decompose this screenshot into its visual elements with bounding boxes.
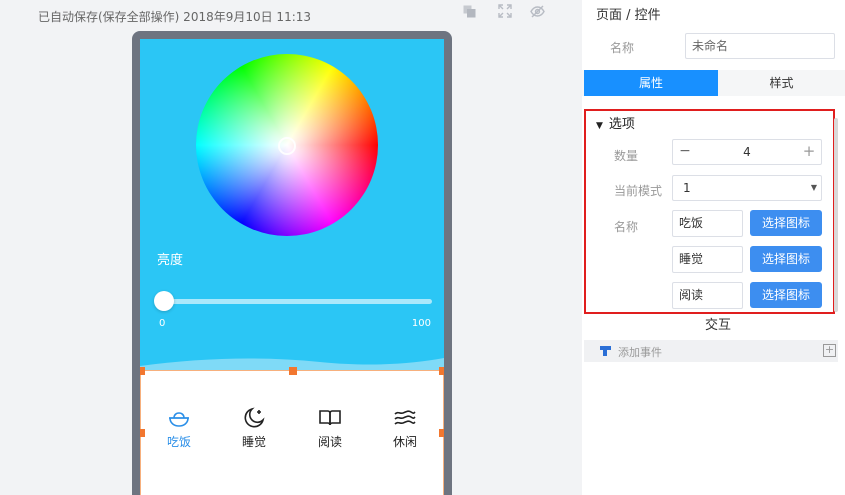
names-label: 名称: [614, 220, 639, 234]
brightness-label: 亮度: [157, 253, 184, 268]
canvas-toolbar: [448, 2, 571, 20]
option-name-input[interactable]: 吃饭: [672, 210, 743, 237]
resize-handle[interactable]: [140, 429, 145, 437]
waves-icon: [394, 410, 416, 425]
panel-tabs: 属性 样式: [582, 70, 845, 96]
mode-select-value: 1: [683, 181, 691, 195]
collapse-triangle-icon: ▼: [596, 121, 603, 131]
tab-leisure[interactable]: 休闲: [375, 407, 435, 450]
mode-label: 当前模式: [614, 184, 663, 198]
options-title: 选项: [608, 117, 635, 132]
phone-screen: 亮度 0 100 吃饭 睡觉 阅读 休闲: [140, 39, 444, 495]
slider-max-label: 100: [411, 318, 431, 329]
plus-icon[interactable]: +: [823, 344, 836, 357]
resize-handle[interactable]: [439, 367, 444, 375]
option-name-input[interactable]: 阅读: [672, 282, 743, 309]
option-name-input[interactable]: 睡觉: [672, 246, 743, 273]
choose-icon-button[interactable]: 选择图标: [750, 246, 822, 272]
name-label: 名称: [610, 41, 635, 55]
resize-handle[interactable]: [289, 367, 297, 375]
panel-scrollbar[interactable]: [834, 118, 838, 312]
book-icon: [319, 410, 341, 426]
moon-icon: [244, 407, 265, 428]
resize-handle[interactable]: [140, 367, 145, 375]
brightness-slider-thumb[interactable]: [154, 291, 174, 311]
resize-handle[interactable]: [439, 429, 444, 437]
count-label: 数量: [614, 149, 639, 163]
slider-min-label: 0: [159, 318, 166, 329]
tab-label: 休闲: [392, 435, 417, 449]
copy-icon[interactable]: [460, 2, 478, 20]
tab-label: 吃饭: [166, 435, 191, 449]
add-event-label: 添加事件: [618, 346, 662, 359]
interaction-section-title: 交互: [705, 318, 732, 333]
panel-breadcrumb: 页面 / 控件: [596, 8, 661, 23]
chevron-down-icon: ▼: [810, 183, 817, 192]
editor-canvas: 已自动保存(保存全部操作) 2018年9月10日 11:13 亮度 0 100: [0, 0, 571, 495]
tab-bar[interactable]: 吃饭 睡觉 阅读 休闲: [140, 367, 444, 495]
color-wheel-handle[interactable]: [278, 137, 296, 155]
component-name-input[interactable]: 未命名: [685, 33, 835, 59]
add-event-bar[interactable]: 添加事件 +: [584, 340, 838, 362]
choose-icon-button[interactable]: 选择图标: [750, 210, 822, 236]
choose-icon-button[interactable]: 选择图标: [750, 282, 822, 308]
tab-label: 阅读: [317, 435, 342, 449]
tab-label: 睡觉: [241, 435, 266, 449]
fullscreen-icon[interactable]: [496, 2, 514, 20]
hide-icon[interactable]: [528, 2, 546, 20]
decrement-button[interactable]: −: [673, 140, 697, 164]
mode-select[interactable]: 1 ▼: [672, 175, 822, 201]
tab-sleep[interactable]: 睡觉: [224, 407, 284, 450]
tab-read[interactable]: 阅读: [300, 407, 360, 450]
count-value[interactable]: 4: [697, 140, 797, 164]
brightness-slider-track[interactable]: [160, 299, 432, 304]
properties-panel: 页面 / 控件 名称 未命名 属性 样式 ▼ 选项 数量 − 4 + 当前模式 1…: [582, 0, 845, 495]
count-stepper[interactable]: − 4 +: [672, 139, 822, 165]
phone-frame: 亮度 0 100 吃饭 睡觉 阅读 休闲: [132, 31, 452, 495]
tab-attributes[interactable]: 属性: [584, 70, 718, 96]
event-icon: [600, 346, 611, 356]
increment-button[interactable]: +: [797, 140, 821, 164]
options-section: ▼ 选项 数量 − 4 + 当前模式 1 ▼ 名称 吃饭 选择图标 睡觉 选择图标…: [584, 109, 835, 314]
tab-eat[interactable]: 吃饭: [149, 407, 209, 450]
rice-bowl-icon: [169, 412, 189, 427]
save-status: 已自动保存(保存全部操作) 2018年9月10日 11:13: [38, 10, 312, 24]
tab-style[interactable]: 样式: [718, 70, 845, 96]
options-header[interactable]: ▼ 选项: [596, 113, 635, 132]
